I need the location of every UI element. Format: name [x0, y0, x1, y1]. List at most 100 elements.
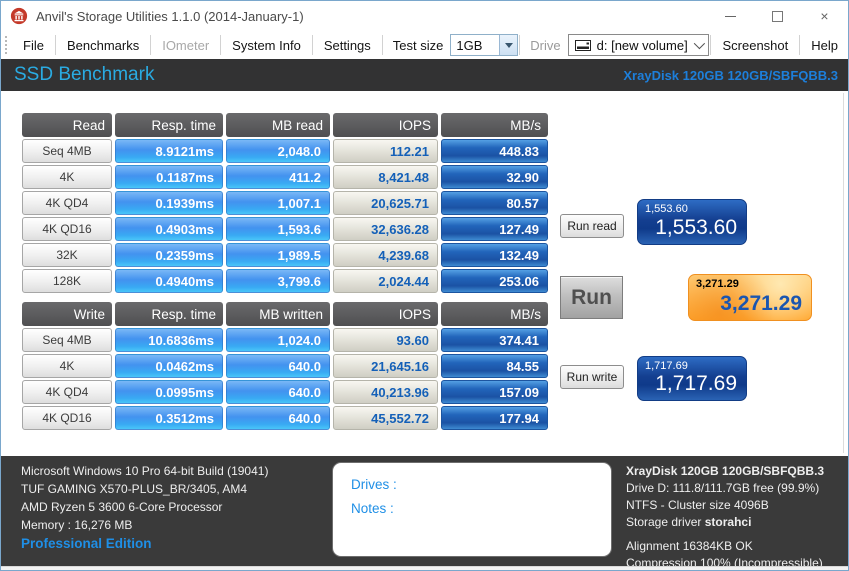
- read-row-2-mbs-value: 80.57: [441, 191, 548, 215]
- read-row-4-iops-value: 4,239.68: [333, 243, 438, 267]
- menu-separator: [220, 35, 221, 55]
- write-row-0-mb-value: 1,024.0: [226, 328, 330, 352]
- read-row-2-label-button[interactable]: 4K QD4: [22, 191, 112, 215]
- chevron-down-icon: [694, 38, 705, 49]
- minimize-icon: [725, 16, 736, 17]
- read-row-1-mbs-value: 32.90: [441, 165, 548, 189]
- write-header-iops: IOPS: [333, 302, 438, 326]
- menu-system-info[interactable]: System Info: [222, 38, 311, 53]
- menu-help[interactable]: Help: [801, 38, 848, 53]
- menu-separator: [150, 35, 151, 55]
- read-row-5-resp-value: 0.4940ms: [115, 269, 223, 293]
- storage-driver-value: storahci: [705, 515, 752, 529]
- read-header-iops: IOPS: [333, 113, 438, 137]
- read-row-1-resp-value: 0.1187ms: [115, 165, 223, 189]
- read-row-4-resp-value: 0.2359ms: [115, 243, 223, 267]
- menu-benchmarks[interactable]: Benchmarks: [57, 38, 149, 53]
- read-header-mbs: MB/s: [441, 113, 548, 137]
- read-row-5-label-button[interactable]: 128K: [22, 269, 112, 293]
- write-row-2-label-button[interactable]: 4K QD4: [22, 380, 112, 404]
- menu-separator: [382, 35, 383, 55]
- device-name: XrayDisk 120GB 120GB/SBFQBB.3: [623, 68, 838, 83]
- drive-info-block: XrayDisk 120GB 120GB/SBFQBB.3 Drive D: 1…: [626, 463, 824, 571]
- write-row-0-mbs-value: 374.41: [441, 328, 548, 352]
- drive-value: d: [new volume]: [597, 38, 688, 53]
- drives-label: Drives :: [351, 473, 611, 497]
- write-header-mbs: MB/s: [441, 302, 548, 326]
- memory-line: Memory : 16,276 MB: [21, 516, 268, 534]
- drive-capacity-line: Drive D: 111.8/111.7GB free (99.9%): [626, 480, 824, 497]
- read-header-label: Read: [22, 113, 112, 137]
- read-row-3-resp-value: 0.4903ms: [115, 217, 223, 241]
- write-row-1-label-button[interactable]: 4K: [22, 354, 112, 378]
- write-row-1-resp-value: 0.0462ms: [115, 354, 223, 378]
- total-score-box: 3,271.29 3,271.29: [688, 274, 812, 321]
- menu-iometer: IOmeter: [152, 38, 219, 53]
- section-header: SSD Benchmark XrayDisk 120GB 120GB/SBFQB…: [1, 59, 848, 91]
- read-row-0-label-button[interactable]: Seq 4MB: [22, 139, 112, 163]
- read-header-mb: MB read: [226, 113, 330, 137]
- test-size-label: Test size: [384, 38, 451, 53]
- edition-label: Professional Edition: [21, 536, 152, 551]
- menu-separator: [312, 35, 313, 55]
- menu-screenshot[interactable]: Screenshot: [712, 38, 798, 53]
- write-row-3-mb-value: 640.0: [226, 406, 330, 430]
- read-row-4-label-button[interactable]: 32K: [22, 243, 112, 267]
- menu-file[interactable]: File: [13, 38, 54, 53]
- read-row-1-mb-value: 411.2: [226, 165, 330, 189]
- run-button[interactable]: Run: [560, 276, 623, 319]
- drive-icon: [575, 40, 591, 51]
- menu-bar: File Benchmarks IOmeter System Info Sett…: [1, 31, 848, 59]
- write-score-small: 1,717.69: [645, 360, 688, 372]
- read-score-box: 1,553.60 1,553.60: [637, 199, 747, 245]
- write-header-resp: Resp. time: [115, 302, 223, 326]
- write-row-3-iops-value: 45,552.72: [333, 406, 438, 430]
- read-score-large: 1,553.60: [655, 216, 737, 240]
- read-row-4-mbs-value: 132.49: [441, 243, 548, 267]
- window-title: Anvil's Storage Utilities 1.1.0 (2014-Ja…: [36, 9, 304, 24]
- run-read-button[interactable]: Run read: [560, 214, 624, 238]
- run-write-button[interactable]: Run write: [560, 365, 624, 389]
- toolbar-grip[interactable]: [5, 36, 7, 54]
- test-size-select[interactable]: 1GB: [450, 34, 518, 56]
- write-row-1-iops-value: 21,645.16: [333, 354, 438, 378]
- notes-label: Notes :: [351, 497, 611, 521]
- drive-select[interactable]: d: [new volume]: [568, 34, 710, 56]
- menu-settings[interactable]: Settings: [314, 38, 381, 53]
- read-row-3-iops-value: 32,636.28: [333, 217, 438, 241]
- read-header-resp: Resp. time: [115, 113, 223, 137]
- drive-filesystem-line: NTFS - Cluster size 4096B: [626, 497, 824, 514]
- read-row-4-mb-value: 1,989.5: [226, 243, 330, 267]
- menu-separator: [799, 35, 800, 55]
- write-row-0-label-button[interactable]: Seq 4MB: [22, 328, 112, 352]
- write-row-1-mbs-value: 84.55: [441, 354, 548, 378]
- app-window: Anvil's Storage Utilities 1.1.0 (2014-Ja…: [0, 0, 849, 571]
- alignment-line: Alignment 16384KB OK: [626, 538, 824, 555]
- write-row-3-label-button[interactable]: 4K QD16: [22, 406, 112, 430]
- read-row-2-resp-value: 0.1939ms: [115, 191, 223, 215]
- drive-label: Drive: [521, 38, 567, 53]
- read-score-small: 1,553.60: [645, 203, 688, 215]
- minimize-button[interactable]: [707, 1, 754, 31]
- close-button[interactable]: ×: [801, 1, 848, 31]
- page-title: SSD Benchmark: [14, 64, 154, 86]
- write-row-0-resp-value: 10.6836ms: [115, 328, 223, 352]
- read-row-0-mbs-value: 448.83: [441, 139, 548, 163]
- close-icon: ×: [820, 9, 828, 23]
- test-size-dropdown-button[interactable]: [499, 35, 517, 55]
- read-row-1-label-button[interactable]: 4K: [22, 165, 112, 189]
- write-score-box: 1,717.69 1,717.69: [637, 356, 747, 401]
- motherboard-line: TUF GAMING X570-PLUS_BR/3405, AM4: [21, 480, 268, 498]
- read-row-3-label-button[interactable]: 4K QD16: [22, 217, 112, 241]
- write-row-0-iops-value: 93.60: [333, 328, 438, 352]
- maximize-button[interactable]: [754, 1, 801, 31]
- storage-driver-label: Storage driver: [626, 515, 701, 529]
- read-row-5-mbs-value: 253.06: [441, 269, 548, 293]
- menu-separator: [519, 35, 520, 55]
- drives-notes-box[interactable]: Drives : Notes :: [332, 462, 612, 557]
- write-row-2-iops-value: 40,213.96: [333, 380, 438, 404]
- total-score-large: 3,271.29: [720, 292, 802, 316]
- write-row-3-resp-value: 0.3512ms: [115, 406, 223, 430]
- maximize-icon: [772, 11, 783, 22]
- write-row-2-mbs-value: 157.09: [441, 380, 548, 404]
